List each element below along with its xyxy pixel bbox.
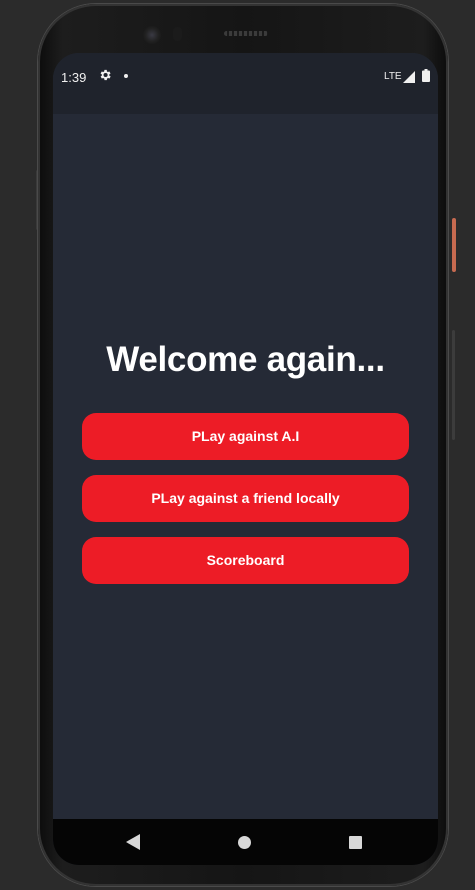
emulator-stage: 1:39 LTE Welcome again... PLay against A… [0,0,475,890]
front-camera [143,26,161,44]
notification-dot [124,74,128,78]
volume-button[interactable] [452,330,455,440]
phone-screen: 1:39 LTE Welcome again... PLay against A… [53,53,438,865]
status-time: 1:39 [61,70,87,85]
navigation-bar [53,819,438,865]
scoreboard-button[interactable]: Scoreboard [82,537,409,584]
power-button[interactable] [452,218,456,272]
gear-icon [100,69,111,81]
play-ai-button[interactable]: PLay against A.I [82,413,409,460]
proximity-sensor [173,27,182,41]
recents-icon[interactable] [349,836,362,849]
status-bar: 1:39 LTE [53,53,438,114]
home-icon[interactable] [238,836,251,849]
page-title: Welcome again... [106,340,385,379]
play-local-button[interactable]: PLay against a friend locally [82,475,409,522]
network-type: LTE [384,71,402,82]
main-content: Welcome again... PLay against A.I PLay a… [53,114,438,819]
earpiece-speaker [224,31,268,36]
battery-icon [422,69,430,82]
signal-icon [403,71,415,83]
back-icon[interactable] [126,834,140,850]
